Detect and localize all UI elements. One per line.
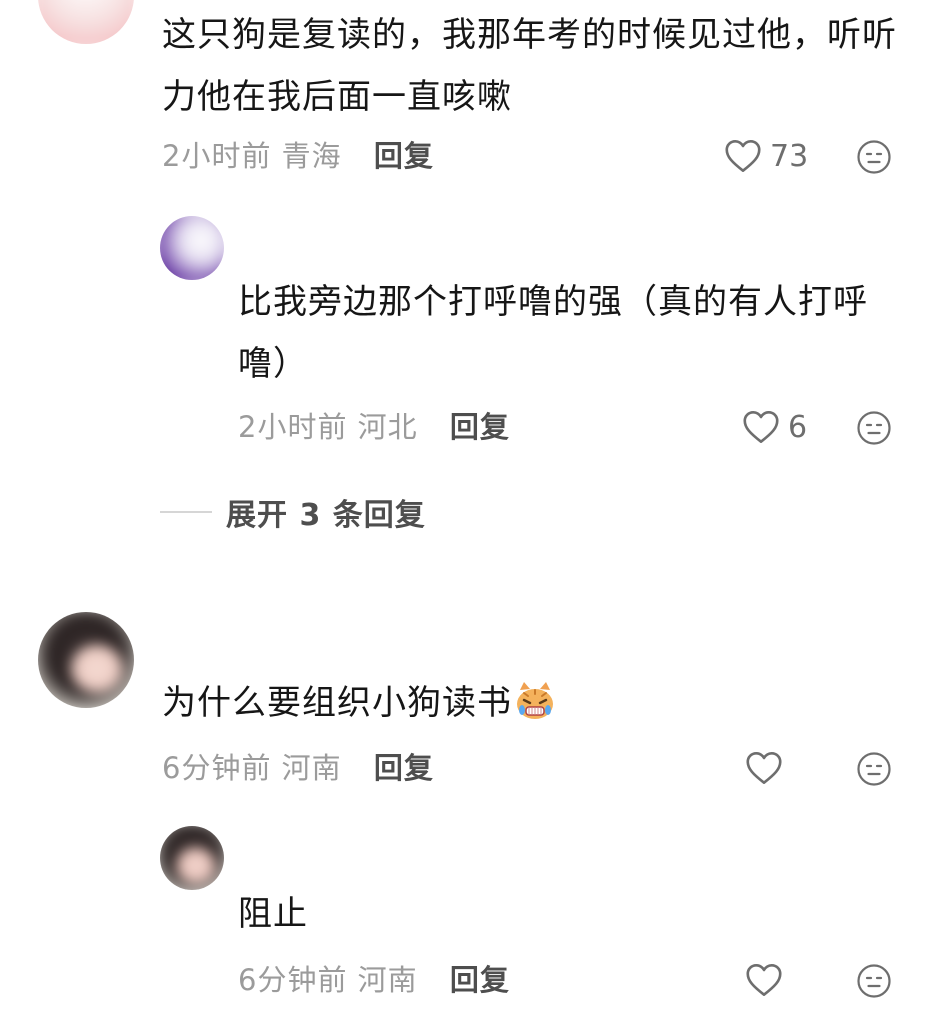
- reply-time: 6分钟前: [238, 963, 348, 997]
- reply-meta: 6分钟前 河南 回复: [238, 960, 510, 1000]
- comment-meta: 6分钟前 河南 回复: [162, 748, 434, 788]
- comment-meta: 2小时前 青海 回复: [162, 136, 434, 176]
- reply-button[interactable]: 回复: [374, 751, 434, 785]
- reply-text: 阻止: [238, 894, 308, 934]
- like-button[interactable]: 73: [724, 136, 808, 176]
- dislike-face-icon[interactable]: [856, 751, 892, 787]
- expand-replies-button[interactable]: 展开 3 条回复: [160, 492, 426, 533]
- heart-icon: [746, 752, 782, 784]
- crying-cat-emoji-icon: [517, 682, 553, 719]
- reply-button[interactable]: 回复: [450, 410, 510, 444]
- comment-text-content: 为什么要组织小狗读书: [162, 683, 512, 723]
- like-count: 73: [770, 138, 809, 174]
- comment-time: 2小时前: [162, 139, 272, 173]
- comment-location: 青海: [281, 139, 342, 173]
- comment-text: 为什么要组织小狗读书: [162, 672, 910, 734]
- heart-icon: [725, 140, 761, 172]
- avatar[interactable]: [160, 826, 224, 890]
- expand-replies-label: 展开 3 条回复: [226, 498, 426, 533]
- reply-location: 河北: [357, 410, 418, 444]
- divider-line: [160, 511, 212, 513]
- reply-button[interactable]: 回复: [450, 963, 510, 997]
- like-button[interactable]: [745, 748, 791, 788]
- like-count: 6: [788, 409, 808, 445]
- like-button[interactable]: 6: [742, 407, 807, 447]
- avatar[interactable]: [38, 612, 134, 708]
- heart-icon: [746, 964, 782, 996]
- reply-time: 2小时前: [238, 410, 348, 444]
- avatar[interactable]: [160, 216, 224, 280]
- like-button[interactable]: [745, 960, 791, 1000]
- comment-text: 这只狗是复读的，我那年考的时候见过他，听听力他在我后面一直咳嗽: [162, 15, 897, 117]
- reply-button[interactable]: 回复: [374, 139, 434, 173]
- dislike-face-icon[interactable]: [856, 410, 892, 446]
- comment-time: 6分钟前: [162, 751, 272, 785]
- heart-icon: [743, 411, 779, 443]
- comment-location: 河南: [281, 751, 342, 785]
- dislike-face-icon[interactable]: [856, 139, 892, 175]
- reply-text: 比我旁边那个打呼噜的强（真的有人打呼噜）: [238, 282, 868, 384]
- reply-meta: 2小时前 河北 回复: [238, 407, 510, 447]
- avatar[interactable]: [38, 0, 134, 44]
- reply-location: 河南: [357, 963, 418, 997]
- dislike-face-icon[interactable]: [856, 963, 892, 999]
